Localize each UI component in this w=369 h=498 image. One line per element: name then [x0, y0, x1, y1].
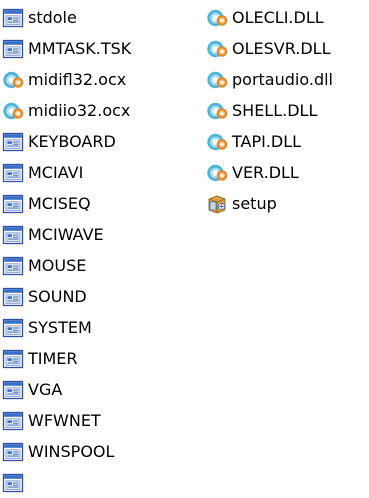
file-item-keyboard[interactable]: KEYBOARD [0, 126, 116, 157]
file-label: SHELL.DLL [232, 100, 318, 120]
app-window-icon [2, 286, 24, 308]
file-item-portaudio-dll[interactable]: portaudio.dll [204, 64, 333, 95]
file-item-olecli-dll[interactable]: OLECLI.DLL [204, 2, 324, 33]
file-item-setup[interactable]: setup [204, 188, 277, 219]
file-label: SOUND [28, 286, 87, 306]
app-window-icon [2, 224, 24, 246]
gear-file-icon [206, 38, 228, 60]
file-label: MCIWAVE [28, 224, 104, 244]
gear-file-icon [206, 7, 228, 29]
file-label: MCISEQ [28, 193, 91, 213]
gear-file-icon [206, 131, 228, 153]
app-window-icon [2, 131, 24, 153]
file-label: MMTASK.TSK [28, 38, 132, 58]
gear-file-icon [206, 162, 228, 184]
file-label: OLESVR.DLL [232, 38, 331, 58]
file-label: WFWNET [28, 410, 101, 430]
file-label: midiio32.ocx [28, 100, 131, 120]
app-window-icon [2, 255, 24, 277]
file-label: TAPI.DLL [232, 131, 302, 151]
app-window-icon [2, 317, 24, 339]
app-window-icon [2, 162, 24, 184]
setup-installer-icon [206, 193, 228, 215]
file-item-olesvr-dll[interactable]: OLESVR.DLL [204, 33, 331, 64]
file-item-system[interactable]: SYSTEM [0, 312, 92, 343]
file-item-mmtask-tsk[interactable]: MMTASK.TSK [0, 33, 131, 64]
file-label: stdole [28, 7, 77, 27]
file-item-timer[interactable]: TIMER [0, 343, 78, 374]
file-label: OLECLI.DLL [232, 7, 324, 27]
app-window-icon [2, 348, 24, 370]
file-item-ver-dll[interactable]: VER.DLL [204, 157, 299, 188]
file-label: midifl32.ocx [28, 69, 127, 89]
file-item-vga[interactable]: VGA [0, 374, 62, 405]
file-item-tapi-dll[interactable]: TAPI.DLL [204, 126, 301, 157]
file-label: portaudio.dll [232, 69, 333, 89]
file-item-mciwave[interactable]: MCIWAVE [0, 219, 104, 250]
file-item-stdole[interactable]: stdole [0, 2, 77, 33]
app-window-icon [2, 410, 24, 432]
file-item-mciavi[interactable]: MCIAVI [0, 157, 83, 188]
file-label: TIMER [28, 348, 78, 368]
gear-file-icon [206, 69, 228, 91]
gear-file-icon [2, 100, 24, 122]
file-label: MCIAVI [28, 162, 84, 182]
file-item-midiio32-ocx[interactable]: midiio32.ocx [0, 95, 130, 126]
file-label: SYSTEM [28, 317, 92, 337]
file-item-partial[interactable] [0, 467, 28, 498]
gear-file-icon [206, 100, 228, 122]
app-window-icon [2, 379, 24, 401]
file-label: KEYBOARD [28, 131, 116, 151]
app-window-icon [2, 193, 24, 215]
file-label: WINSPOOL [28, 441, 115, 461]
file-item-mciseq[interactable]: MCISEQ [0, 188, 91, 219]
file-label: setup [232, 193, 277, 213]
file-label: VGA [28, 379, 63, 399]
file-item-midifl32-ocx[interactable]: midifl32.ocx [0, 64, 126, 95]
file-item-winspool[interactable]: WINSPOOL [0, 436, 114, 467]
app-window-icon [2, 38, 24, 60]
gear-file-icon [2, 69, 24, 91]
file-label: VER.DLL [232, 162, 299, 182]
file-item-mouse[interactable]: MOUSE [0, 250, 86, 281]
file-item-shell-dll[interactable]: SHELL.DLL [204, 95, 317, 126]
file-label: MOUSE [28, 255, 87, 275]
file-item-sound[interactable]: SOUND [0, 281, 87, 312]
app-window-icon [2, 441, 24, 463]
app-window-icon [2, 7, 24, 29]
file-item-wfwnet[interactable]: WFWNET [0, 405, 101, 436]
app-window-icon [2, 472, 24, 494]
file-list-pane: stdole MMTASK.TSK midifl32.ocx midiio32.… [0, 0, 369, 498]
